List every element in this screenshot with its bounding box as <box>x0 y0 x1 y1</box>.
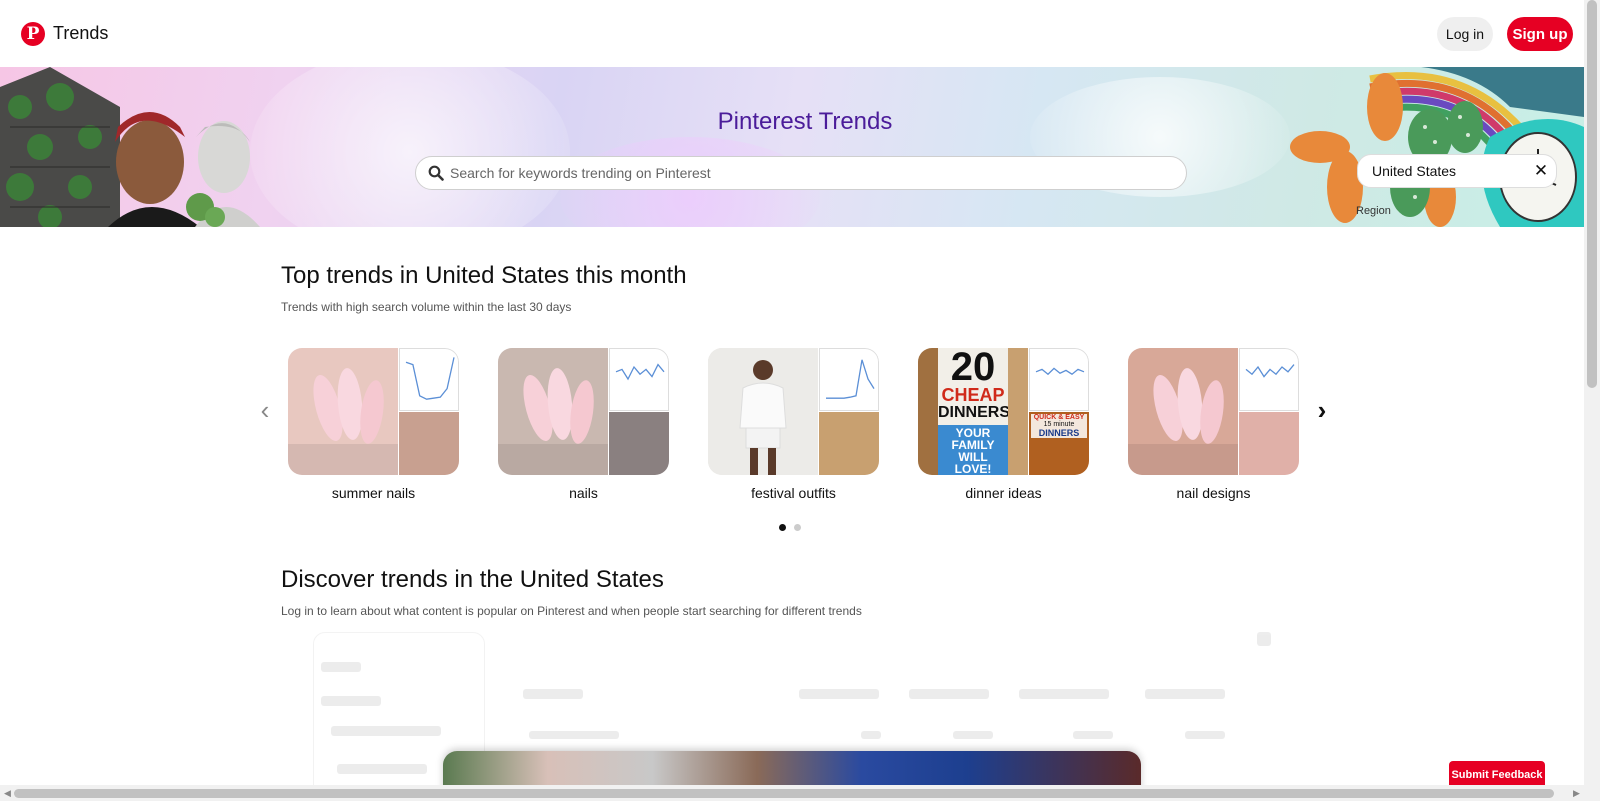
trend-card-side-image: QUICK & EASY 15 minute DINNERS <box>1029 412 1089 475</box>
trend-card[interactable] <box>288 348 459 475</box>
hero-collage-right-image <box>1290 67 1584 227</box>
top-bar: P Trends Log in Sign up <box>0 0 1584 67</box>
scroll-left-icon[interactable]: ◀ <box>4 788 11 799</box>
scroll-right-icon[interactable]: ▶ <box>1573 788 1580 799</box>
signup-button[interactable]: Sign up <box>1507 17 1573 51</box>
trend-card-label[interactable]: nails <box>498 485 669 501</box>
top-trends-subtitle: Trends with high search volume within th… <box>281 300 572 314</box>
discover-title: Discover trends in the United States <box>281 566 664 593</box>
card-headline-word: DINNERS <box>938 404 1011 421</box>
trend-card-main-image <box>708 348 818 475</box>
brand-title[interactable]: Trends <box>53 23 108 44</box>
carousel-prev-icon[interactable]: ‹ <box>253 397 277 423</box>
hero-collage-left-image <box>0 67 260 227</box>
hero-banner: Pinterest Trends Region <box>0 67 1584 227</box>
trend-card[interactable] <box>708 348 879 475</box>
carousel-pagination <box>779 524 801 531</box>
trend-search-bar[interactable] <box>415 156 1187 190</box>
region-label: Region <box>1356 205 1391 217</box>
horizontal-scrollbar-thumb[interactable] <box>14 789 1554 798</box>
card-side-text: QUICK & EASY <box>1033 414 1085 421</box>
trend-card-side-image <box>1239 412 1299 475</box>
trend-line-chart <box>1239 348 1299 411</box>
trend-line-chart <box>819 348 879 411</box>
vertical-scrollbar-thumb[interactable] <box>1587 0 1597 388</box>
page: { "header": { "brand": "Trends", "login_… <box>0 0 1600 801</box>
trend-card-main-image <box>288 348 398 475</box>
trend-line-chart <box>399 348 459 411</box>
carousel-next-icon[interactable]: › <box>1310 397 1334 423</box>
discover-subtitle: Log in to learn about what content is po… <box>281 604 862 618</box>
card-side-text: 15 minute <box>1043 421 1075 428</box>
login-button[interactable]: Log in <box>1437 17 1493 51</box>
card-headline-word: CHEAP <box>941 385 1005 405</box>
trend-card-main-image <box>1128 348 1238 475</box>
pinterest-logo-icon[interactable]: P <box>21 22 45 46</box>
carousel-dot[interactable] <box>779 524 786 531</box>
region-input[interactable] <box>1372 155 1522 187</box>
trend-card[interactable]: 20 CHEAP DINNERS YOUR FAMILY WILL LOVE! QUICK &… <box>918 348 1089 475</box>
trend-card-label[interactable]: festival outfits <box>708 485 879 501</box>
search-input[interactable] <box>450 157 1170 189</box>
carousel-dot[interactable] <box>794 524 801 531</box>
trend-card-main-image: 20 CHEAP DINNERS YOUR FAMILY WILL LOVE! <box>918 348 1028 475</box>
trend-card[interactable] <box>498 348 669 475</box>
card-side-text: DINNERS <box>1038 428 1080 438</box>
trend-card-side-image <box>609 412 669 475</box>
trend-card-label[interactable]: nail designs <box>1128 485 1299 501</box>
card-headline-number: 20 <box>950 348 996 389</box>
trend-line-chart <box>1029 348 1089 411</box>
trend-card-side-image <box>819 412 879 475</box>
clear-region-icon[interactable]: ✕ <box>1532 162 1550 180</box>
trend-line-chart <box>609 348 669 411</box>
search-icon <box>428 165 444 181</box>
trend-card[interactable] <box>1128 348 1299 475</box>
trend-card-main-image <box>498 348 608 475</box>
trend-card-side-image <box>399 412 459 475</box>
trend-card-label[interactable]: summer nails <box>288 485 459 501</box>
trend-card-label[interactable]: dinner ideas <box>918 485 1089 501</box>
top-trends-title: Top trends in United States this month <box>281 262 687 289</box>
region-select[interactable]: ✕ <box>1357 154 1557 188</box>
hero-title: Pinterest Trends <box>717 108 893 135</box>
card-subline: LOVE! <box>954 462 992 475</box>
